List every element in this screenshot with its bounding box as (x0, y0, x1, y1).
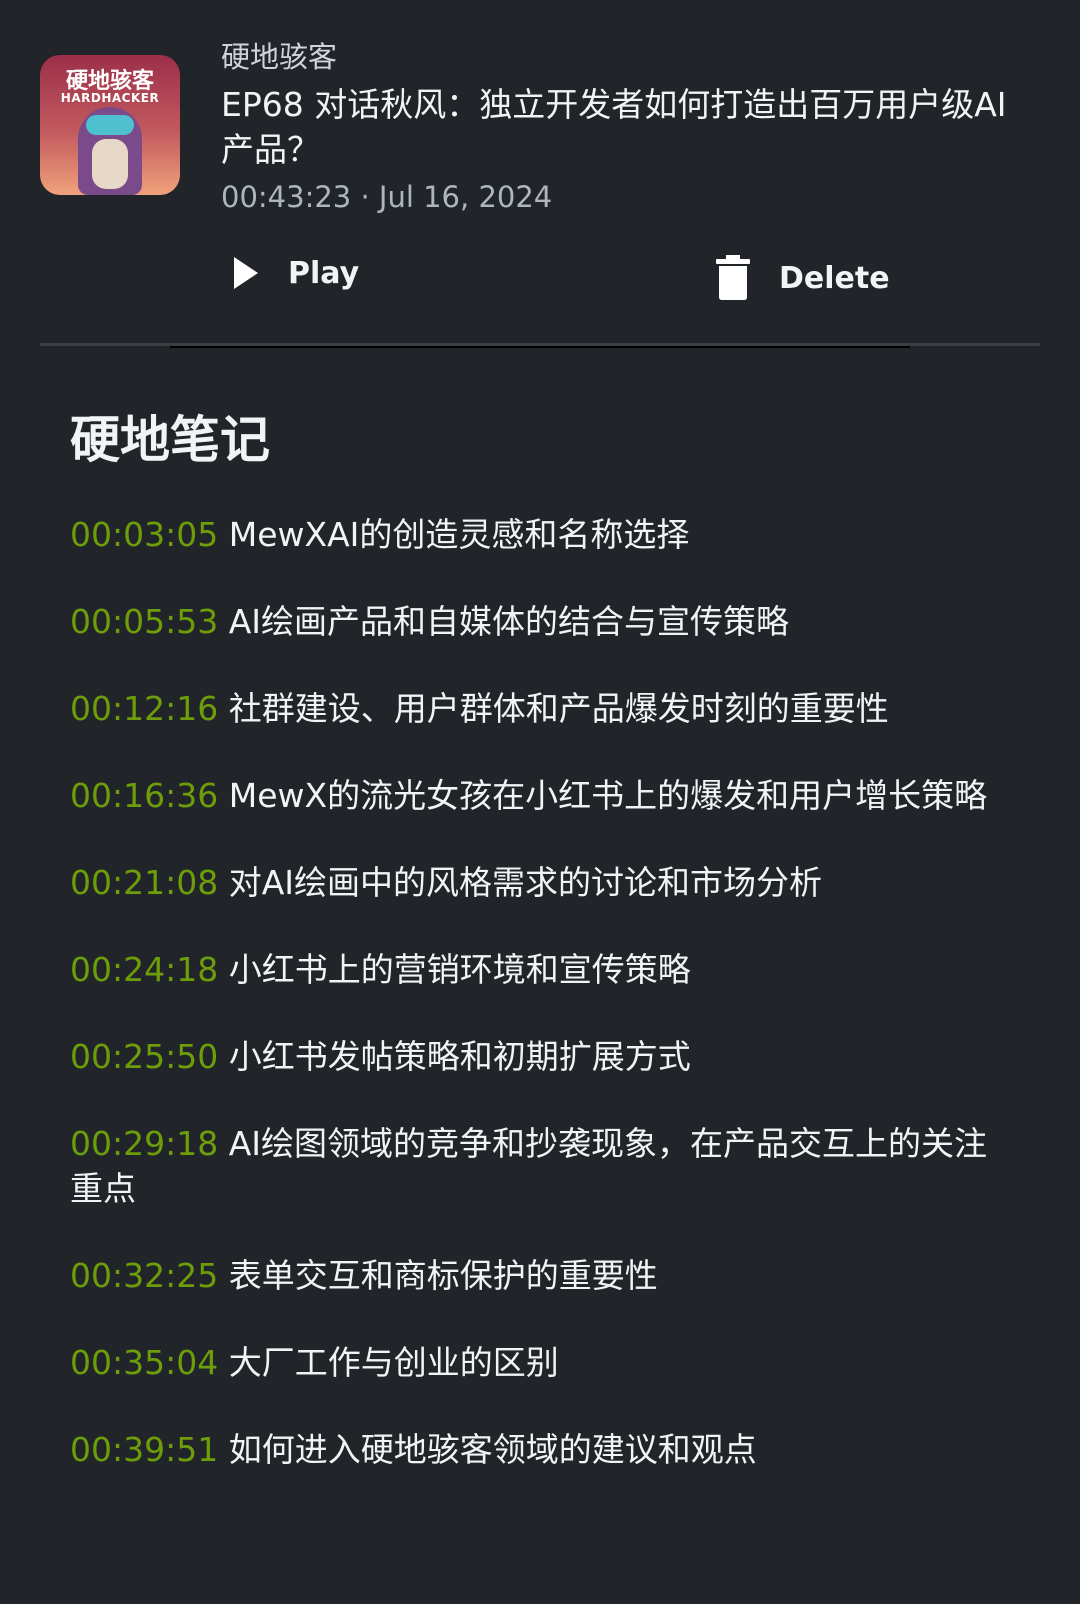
chapter-item: 00:03:05 MewXAI的创造灵感和名称选择 (70, 512, 1020, 557)
chapter-text: 小红书发帖策略和初期扩展方式 (228, 1037, 691, 1076)
play-label: Play (288, 255, 360, 291)
chapter-item: 00:16:36 MewX的流光女孩在小红书上的爆发和用户增长策略 (70, 773, 1020, 818)
chapter-item: 00:39:51 如何进入硬地骇客领域的建议和观点 (70, 1427, 1020, 1472)
chapter-text: 表单交互和商标保护的重要性 (228, 1256, 658, 1295)
chapter-text: 对AI绘画中的风格需求的讨论和市场分析 (228, 863, 823, 902)
play-button[interactable]: Play (232, 255, 359, 291)
chapter-timestamp[interactable]: 00:29:18 (70, 1124, 218, 1163)
chapter-text: 社群建设、用户群体和产品爆发时刻的重要性 (228, 689, 889, 728)
cover-visor (86, 115, 134, 135)
chapter-timestamp[interactable]: 00:35:04 (70, 1343, 218, 1382)
chapter-timestamp[interactable]: 00:16:36 (70, 776, 218, 815)
chapter-item: 00:24:18 小红书上的营销环境和宣传策略 (70, 947, 1020, 992)
chapter-text: 如何进入硬地骇客领域的建议和观点 (228, 1430, 757, 1469)
chapter-item: 00:25:50 小红书发帖策略和初期扩展方式 (70, 1034, 1020, 1079)
scroll-indicator (170, 346, 910, 348)
episode-title: EP68 对话秋风：独立开发者如何打造出百万用户级AI产品？ (221, 85, 1007, 169)
chapter-text: MewXAI的创造灵感和名称选择 (228, 515, 690, 554)
chapter-item: 00:32:25 表单交互和商标保护的重要性 (70, 1253, 1020, 1298)
play-icon (234, 257, 258, 289)
chapter-item: 00:12:16 社群建设、用户群体和产品爆发时刻的重要性 (70, 686, 1020, 731)
chapter-timestamp[interactable]: 00:32:25 (70, 1256, 218, 1295)
cover-dog (92, 139, 128, 189)
trash-icon (716, 255, 750, 300)
chapter-text: MewX的流光女孩在小红书上的爆发和用户增长策略 (228, 776, 988, 815)
cover-subtitle: HARDHACKER (60, 91, 160, 105)
podcast-cover: 硬地骇客 HARDHACKER (40, 55, 180, 195)
chapter-item: 00:21:08 对AI绘画中的风格需求的讨论和市场分析 (70, 860, 1020, 905)
chapter-text: 小红书上的营销环境和宣传策略 (228, 950, 691, 989)
delete-button[interactable]: Delete (715, 255, 890, 301)
chapter-text: AI绘画产品和自媒体的结合与宣传策略 (228, 602, 790, 641)
episode-meta: 00:43:23 · Jul 16, 2024 (221, 180, 553, 214)
podcast-name[interactable]: 硬地骇客 (221, 34, 337, 76)
notes-heading: 硬地笔记 (70, 411, 270, 469)
chapter-text: 大厂工作与创业的区别 (228, 1343, 559, 1382)
chapter-timestamp[interactable]: 00:24:18 (70, 950, 218, 989)
chapter-timestamp[interactable]: 00:21:08 (70, 863, 218, 902)
chapter-item: 00:05:53 AI绘画产品和自媒体的结合与宣传策略 (70, 599, 1020, 644)
chapter-item: 00:29:18 AI绘图领域的竞争和抄袭现象，在产品交互上的关注重点 (70, 1121, 1020, 1211)
delete-label: Delete (779, 260, 890, 296)
chapter-list: 00:03:05 MewXAI的创造灵感和名称选择 00:05:53 AI绘画产… (70, 512, 1020, 1514)
chapter-timestamp[interactable]: 00:03:05 (70, 515, 218, 554)
chapter-timestamp[interactable]: 00:39:51 (70, 1430, 218, 1469)
chapter-item: 00:35:04 大厂工作与创业的区别 (70, 1340, 1020, 1385)
chapter-timestamp[interactable]: 00:12:16 (70, 689, 218, 728)
chapter-timestamp[interactable]: 00:05:53 (70, 602, 218, 641)
chapter-timestamp[interactable]: 00:25:50 (70, 1037, 218, 1076)
